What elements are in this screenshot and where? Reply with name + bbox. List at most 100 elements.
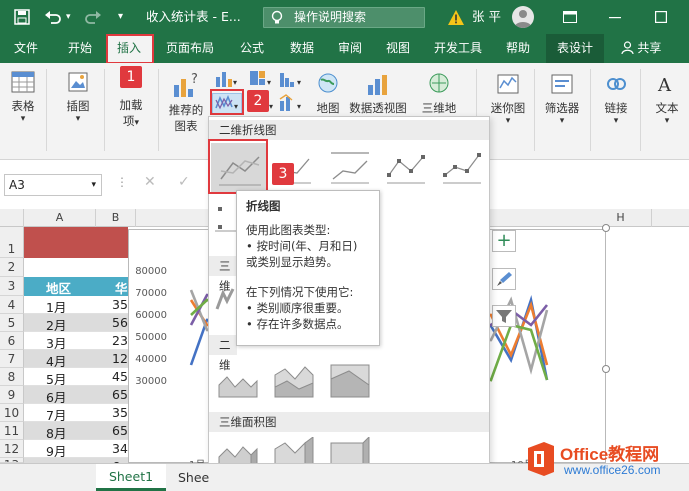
search-box[interactable]: 操作说明搜索 — [263, 7, 425, 28]
tab-home[interactable]: 开始 — [58, 34, 102, 63]
table-row[interactable]: 6月 65 — [24, 386, 128, 404]
row-header[interactable]: 7 — [0, 350, 24, 368]
resize-handle[interactable] — [602, 365, 610, 373]
share-button[interactable]: 共享 — [616, 34, 666, 63]
title-cell[interactable] — [24, 227, 128, 258]
links-button[interactable]: 链接 ▾ — [596, 71, 636, 126]
row-header[interactable]: 9 — [0, 386, 24, 404]
row-header[interactable]: 5 — [0, 314, 24, 332]
save-icon[interactable] — [14, 0, 30, 34]
tab-help[interactable]: 帮助 — [498, 34, 538, 63]
table-row[interactable]: 5月 45 — [24, 368, 128, 386]
table-row[interactable]: 4月 12 — [24, 350, 128, 368]
hierarchy-chart-icon: ▾ — [250, 71, 271, 87]
undo-dropdown-icon[interactable]: ▾ — [66, 0, 71, 34]
share-label: 共享 — [637, 41, 662, 55]
gallery-area[interactable] — [217, 363, 259, 401]
funnel-icon — [496, 310, 512, 323]
column-header-a[interactable]: A — [24, 209, 96, 227]
svg-text:▾: ▾ — [297, 102, 301, 111]
undo-icon[interactable] — [44, 0, 62, 34]
column-chart-button[interactable]: ▾ — [212, 69, 240, 91]
y-tick-label: 40000 — [135, 354, 167, 365]
chart-elements-button[interactable]: + — [492, 230, 516, 252]
pivotchart-button[interactable]: 数据透视图 — [346, 71, 410, 116]
table-row[interactable]: 8月 65 — [24, 422, 128, 440]
tab-page-layout[interactable]: 页面布局 — [160, 34, 220, 63]
table-row[interactable]: 7月 35 — [24, 404, 128, 422]
table-row[interactable]: 2月 56 — [24, 314, 128, 332]
table-button[interactable]: 表格 ▾ — [6, 69, 40, 124]
highlight-insert-tab — [106, 34, 154, 64]
row-header[interactable]: 3 — [0, 277, 24, 296]
text-button[interactable]: A 文本 ▾ — [648, 71, 686, 126]
line-markers-thumbnail-icon — [387, 155, 425, 184]
row-header[interactable]: 2 — [0, 258, 24, 277]
row-header[interactable]: 6 — [0, 332, 24, 350]
table-header-row[interactable]: 地区 华 — [24, 277, 128, 296]
cell-value: 23 — [112, 333, 128, 348]
gallery-100-stacked-area[interactable] — [329, 363, 371, 401]
column-header-b[interactable]: B — [96, 209, 136, 227]
table-row[interactable]: 9月 34 — [24, 440, 128, 458]
person-icon — [620, 41, 634, 55]
chart-filters-button[interactable] — [492, 305, 516, 327]
table-row[interactable]: 3月 23 — [24, 332, 128, 350]
row-header[interactable]: 10 — [0, 404, 24, 422]
tab-review[interactable]: 审阅 — [330, 34, 370, 63]
illustrations-button[interactable]: 插图 ▾ — [58, 69, 98, 124]
3d-map-icon — [429, 73, 449, 93]
user-name[interactable]: 张 平 — [472, 0, 501, 34]
maps-button[interactable]: 地图 — [310, 71, 346, 116]
tab-view[interactable]: 视图 — [378, 34, 418, 63]
recommended-label-2: 图表 — [174, 119, 198, 133]
addins-label-2: 项▾ — [122, 114, 140, 128]
stacked-area-thumbnail-icon — [274, 366, 314, 398]
3d-map-button[interactable]: 三维地 — [412, 71, 466, 116]
name-box[interactable]: A3 ▾ — [4, 174, 102, 196]
row-header[interactable]: 12 — [0, 440, 24, 458]
text-label: 文本 — [655, 101, 679, 115]
chart-styles-button[interactable] — [492, 268, 516, 290]
cell-value: 34 — [112, 441, 128, 456]
gallery-stacked-area[interactable] — [273, 363, 315, 401]
table-row[interactable]: 1月 35 — [24, 296, 128, 314]
gallery-100-stacked-line[interactable] — [329, 149, 371, 187]
gallery-line-markers[interactable] — [385, 149, 427, 187]
filters-button[interactable]: 筛选器 ▾ — [538, 71, 586, 126]
ribbon-display-icon[interactable] — [563, 0, 577, 34]
tab-data[interactable]: 数据 — [280, 34, 324, 63]
customize-qat-icon[interactable]: ▾ — [118, 0, 123, 34]
sparklines-button[interactable]: 迷你图 ▾ — [486, 71, 530, 126]
minimize-icon[interactable] — [609, 0, 621, 34]
row-header[interactable]: 11 — [0, 422, 24, 440]
hierarchy-chart-button[interactable]: ▾ — [246, 69, 274, 91]
sheet-tab[interactable]: Shee — [170, 464, 210, 491]
resize-handle[interactable] — [602, 224, 610, 232]
cell-month: 1月 — [46, 300, 67, 314]
row-header[interactable]: 8 — [0, 368, 24, 386]
combo-chart-button[interactable]: ▾ — [276, 93, 304, 115]
gallery-stacked-line-markers[interactable] — [441, 149, 483, 187]
office-logo-icon — [528, 442, 554, 476]
sheet-tab-active[interactable]: Sheet1 — [96, 464, 166, 491]
sparklines-label: 迷你图 — [490, 101, 526, 115]
statistic-chart-button[interactable]: ▾ — [276, 69, 304, 91]
row-header[interactable]: 1 — [0, 227, 24, 258]
warning-icon[interactable] — [448, 0, 464, 34]
tab-developer[interactable]: 开发工具 — [426, 34, 490, 63]
column-header-h[interactable]: H — [590, 209, 652, 227]
title-bar: ▾ ▾ 收入统计表 - E... 操作说明搜索 张 平 — [0, 0, 689, 34]
select-all-corner[interactable] — [0, 209, 24, 227]
tab-formulas[interactable]: 公式 — [230, 34, 274, 63]
row-header[interactable]: 4 — [0, 296, 24, 314]
cell-month: 2月 — [46, 318, 67, 332]
cell-month: 5月 — [46, 372, 67, 386]
tab-file[interactable]: 文件 — [6, 34, 46, 63]
tab-table-design[interactable]: 表设计 — [546, 34, 604, 63]
avatar[interactable] — [512, 6, 534, 28]
recommended-charts-button[interactable]: ? 推荐的 图表 — [164, 71, 208, 134]
step-badge-3: 3 — [272, 163, 294, 185]
maximize-icon[interactable] — [655, 0, 668, 34]
globe-icon — [318, 73, 338, 93]
